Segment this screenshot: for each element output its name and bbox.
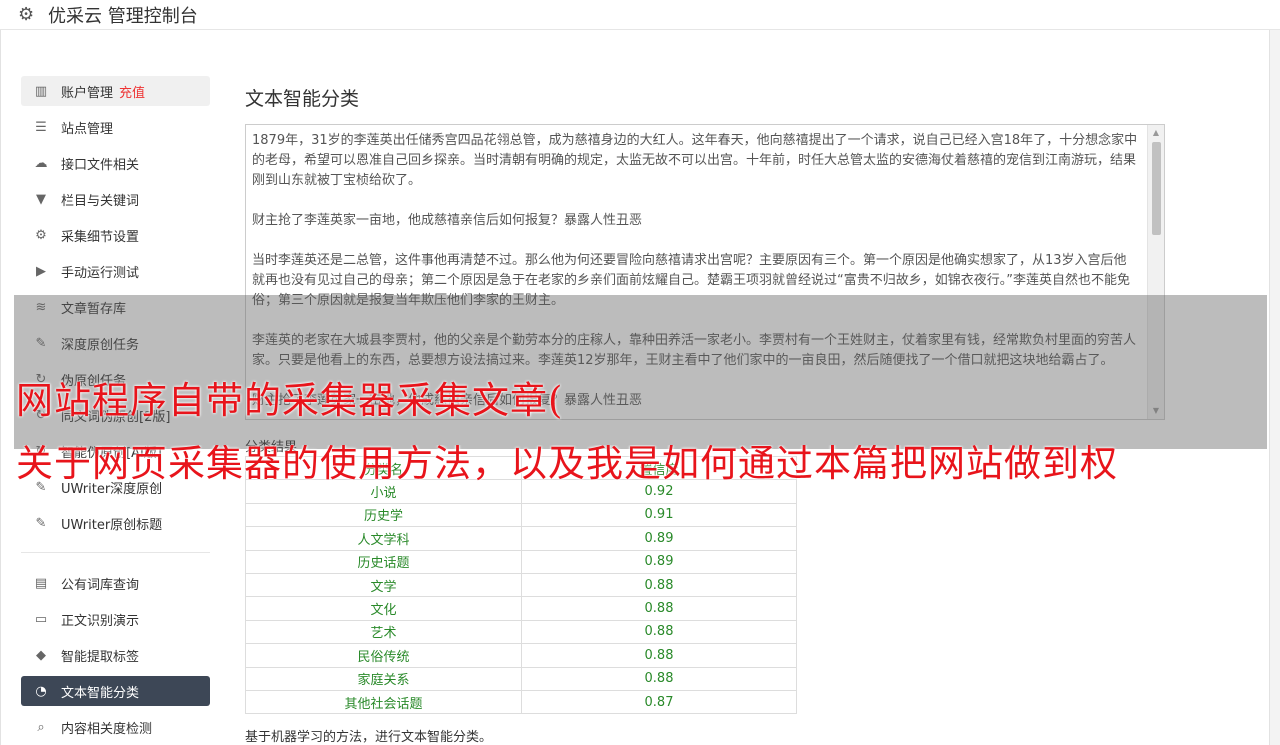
confidence-value: 0.88 — [521, 619, 797, 645]
table-row: 文学 0.88 — [245, 572, 797, 598]
sidebar-item-relevance-check[interactable]: ⌕ 内容相关度检测 — [21, 712, 210, 742]
category-name: 历史话题 — [245, 549, 522, 574]
confidence-value: 0.88 — [521, 572, 797, 598]
pie-chart-icon: ◔ — [35, 683, 47, 699]
sidebar-item-label: 站点管理 — [61, 121, 114, 137]
bar-chart-icon: ▥ — [34, 83, 48, 99]
confidence-value: 0.89 — [521, 549, 797, 574]
confidence-value: 0.92 — [521, 479, 797, 504]
gears-icon: ⚙ — [35, 227, 47, 243]
sidebar-item-public-thesaurus[interactable]: ▤ 公有词库查询 — [21, 568, 210, 598]
filter-icon: ▼ — [36, 191, 46, 207]
app-header: ⚙ 优采云 管理控制台 — [0, 0, 1280, 30]
category-name: 艺术 — [245, 619, 522, 645]
confidence-value: 0.88 — [521, 596, 797, 621]
overlay-band — [14, 295, 1267, 449]
sidebar-item-extract-tags[interactable]: ◆ 智能提取标签 — [21, 640, 210, 670]
sidebar-item-label: 公有词库查询 — [61, 577, 140, 593]
confidence-value: 0.87 — [521, 689, 797, 715]
recharge-link[interactable]: 充值 — [119, 82, 145, 101]
table-row: 人文学科 0.89 — [245, 526, 797, 551]
table-row: 民俗传统 0.88 — [245, 643, 797, 668]
sidebar-item-label: UWriter原创标题 — [61, 517, 163, 533]
desktop-icon: ▭ — [34, 611, 48, 627]
server-icon: ☰ — [35, 119, 47, 135]
page-title: 文本智能分类 — [245, 88, 360, 110]
edit-icon: ✎ — [35, 515, 47, 531]
gear-icon[interactable]: ⚙ — [18, 5, 40, 24]
table-row: 文化 0.88 — [245, 596, 797, 621]
confidence-value: 0.89 — [521, 526, 797, 551]
sidebar-item-label: 接口文件相关 — [61, 157, 140, 173]
table-row: 家庭关系 0.88 — [245, 666, 797, 691]
sidebar-item-label: 文本智能分类 — [61, 685, 140, 701]
sidebar-item-collect-settings[interactable]: ⚙ 采集细节设置 — [21, 220, 210, 250]
scroll-up-arrow-icon[interactable]: ▲ — [1148, 125, 1164, 141]
search-icon: ⌕ — [37, 719, 45, 735]
category-name: 文学 — [245, 572, 522, 598]
confidence-value: 0.88 — [521, 643, 797, 668]
app-title: 优采云 管理控制台 — [48, 5, 198, 27]
sidebar-item-text-classification[interactable]: ◔ 文本智能分类 — [21, 676, 210, 706]
overlay-headline-line2: 关于网页采集器的使用方法，以及我是如何通过本篇把网站做到权 — [16, 445, 1118, 482]
table-row: 其他社会话题 0.87 — [245, 689, 797, 715]
sidebar-item-manual-run[interactable]: ▶ 手动运行测试 — [21, 256, 210, 286]
book-icon: ▤ — [34, 575, 48, 591]
sidebar-item-uwriter-title[interactable]: ✎ UWriter原创标题 — [21, 508, 210, 538]
confidence-value: 0.91 — [521, 502, 797, 528]
tag-icon: ◆ — [36, 647, 46, 663]
footnote: 基于机器学习的方法，进行文本智能分类。 — [245, 730, 493, 745]
sidebar-item-label: 采集细节设置 — [61, 229, 140, 245]
input-paragraph: 1879年，31岁的李莲英出任储秀宫四品花翎总管，成为慈禧身边的大红人。这年春天… — [252, 133, 1138, 188]
category-name: 其他社会话题 — [245, 689, 522, 715]
table-row: 小说 0.92 — [245, 479, 797, 504]
sidebar-item-text-recognition[interactable]: ▭ 正文识别演示 — [21, 604, 210, 634]
sidebar-item-label: 内容相关度检测 — [61, 721, 153, 737]
table-row: 历史学 0.91 — [245, 502, 797, 528]
sidebar-item-label: 栏目与关键词 — [61, 193, 140, 209]
sidebar-item-label: 智能提取标签 — [61, 649, 140, 665]
sidebar-item-columns-keywords[interactable]: ▼ 栏目与关键词 — [21, 184, 210, 214]
category-name: 小说 — [245, 479, 522, 504]
category-name: 家庭关系 — [245, 666, 522, 691]
confidence-value: 0.88 — [521, 666, 797, 691]
input-paragraph: 财主抢了李莲英家一亩地，他成慈禧亲信后如何报复？暴露人性丑恶 — [252, 213, 643, 228]
sidebar-item-label: 手动运行测试 — [61, 265, 140, 281]
main-content: 文本智能分类 1879年，31岁的李莲英出任储秀宫四品花翎总管，成为慈禧身边的大… — [245, 84, 1165, 745]
sidebar-item-label: 正文识别演示 — [61, 613, 140, 629]
table-row: 艺术 0.88 — [245, 619, 797, 645]
category-name: 历史学 — [245, 502, 522, 528]
sidebar-item-sites[interactable]: ☰ 站点管理 — [21, 112, 210, 142]
cloud-upload-icon: ☁ — [34, 155, 48, 171]
category-name: 人文学科 — [245, 526, 522, 551]
category-name: 文化 — [245, 596, 522, 621]
sidebar-item-account[interactable]: ▥ 账户管理 充值 — [21, 76, 210, 106]
play-circle-icon: ▶ — [36, 263, 46, 279]
overlay-headline-line1: 网站程序自带的采集器采集文章( — [16, 379, 564, 422]
scroll-thumb[interactable] — [1152, 142, 1161, 235]
category-name: 民俗传统 — [245, 643, 522, 668]
sidebar-divider — [21, 552, 210, 553]
sidebar-item-interface-files[interactable]: ☁ 接口文件相关 — [21, 148, 210, 178]
classification-table: 分类名 置信度 小说 0.92 历史学 0.91 人文学科 0.89 历史话题 0.89… — [245, 455, 797, 715]
table-row: 历史话题 0.89 — [245, 549, 797, 574]
sidebar-item-label: 账户管理 — [61, 85, 114, 101]
